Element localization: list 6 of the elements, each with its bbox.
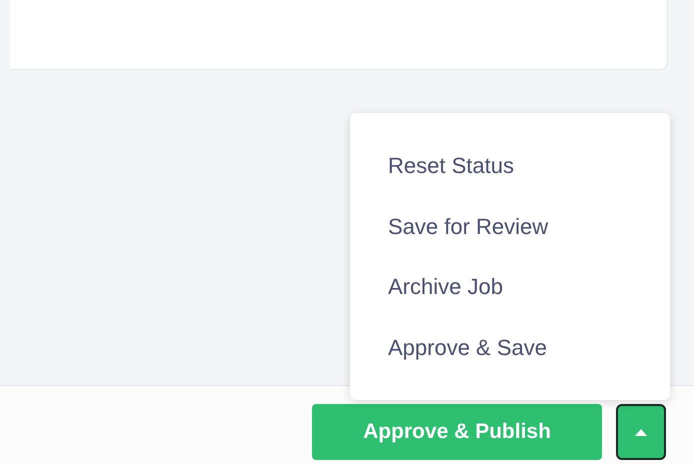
menu-item[interactable]: Save for Review: [350, 210, 670, 243]
menu-item[interactable]: Archive Job: [350, 270, 670, 304]
menu-item[interactable]: Reset Status: [350, 148, 670, 182]
caret-up-icon: [635, 428, 647, 436]
menu-item[interactable]: Approve & Save: [350, 331, 670, 364]
menu-toggle-button[interactable]: [616, 404, 666, 460]
